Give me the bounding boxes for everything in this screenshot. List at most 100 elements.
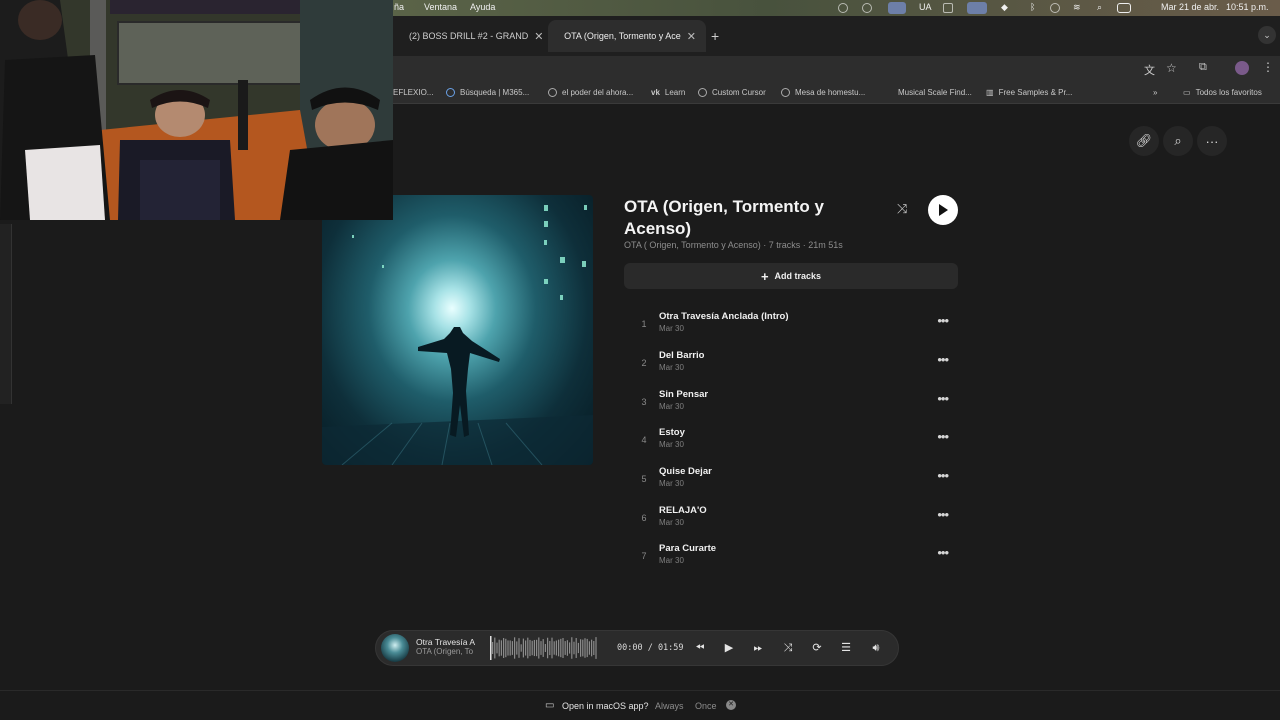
track-row[interactable]: 6 RELAJA'O Mar 30 ••• bbox=[624, 499, 958, 537]
track-more-icon[interactable]: ••• bbox=[937, 468, 949, 483]
queue-button[interactable]: ☰ bbox=[837, 640, 855, 656]
bookmark-label: el poder del ahora... bbox=[562, 88, 634, 97]
play-album-button[interactable] bbox=[928, 195, 958, 225]
bookmark-item[interactable]: vk Learn bbox=[651, 88, 685, 97]
new-tab-button[interactable]: + bbox=[711, 28, 719, 44]
bookmark-item[interactable]: Custom Cursor bbox=[698, 88, 766, 97]
track-title: Quise Dejar bbox=[659, 466, 712, 477]
menubar-date[interactable]: Mar 21 de abr. bbox=[1161, 2, 1219, 12]
waveform-scrubber[interactable] bbox=[488, 634, 608, 662]
track-title: RELAJA'O bbox=[659, 505, 707, 516]
play-button[interactable]: ▶ bbox=[720, 640, 738, 656]
close-tab-icon[interactable]: ✕ bbox=[687, 30, 696, 43]
track-row[interactable]: 1 Otra Travesía Anclada (Intro) Mar 30 •… bbox=[624, 305, 958, 343]
bookmark-item[interactable]: ▥ Free Samples & Pr... bbox=[986, 88, 1072, 97]
status-screen-icon[interactable] bbox=[888, 2, 906, 14]
fast-forward-icon: ⏩︎ bbox=[753, 642, 763, 654]
wifi-icon[interactable]: ≋ bbox=[1073, 2, 1081, 13]
bookmarks-overflow-icon[interactable]: » bbox=[1153, 88, 1157, 97]
tab-youtube[interactable]: (2) BOSS DRILL #2 - GRAND ✕ bbox=[393, 20, 545, 52]
playhead[interactable] bbox=[490, 636, 492, 660]
track-row[interactable]: 7 Para Curarte Mar 30 ••• bbox=[624, 537, 958, 575]
track-title: Sin Pensar bbox=[659, 389, 709, 400]
bookmark-item[interactable]: el poder del ahora... bbox=[548, 88, 633, 97]
waveform-bar bbox=[520, 644, 522, 652]
waveform-bar bbox=[562, 637, 564, 659]
bluetooth-icon[interactable]: ᛒ bbox=[1030, 2, 1035, 12]
bookmark-item[interactable]: Musical Scale Find... bbox=[898, 88, 972, 97]
plus-icon: + bbox=[760, 268, 769, 284]
track-number: 4 bbox=[641, 435, 647, 445]
status-window-icon[interactable] bbox=[943, 3, 953, 13]
tab-title: OTA (Origen, Tormento y Ace bbox=[564, 31, 681, 41]
volume-button[interactable]: 🔊︎ bbox=[867, 640, 885, 656]
tab-search-chevron-icon[interactable]: ⌄ bbox=[1258, 26, 1276, 44]
status-app-icon[interactable] bbox=[862, 3, 872, 13]
track-row[interactable]: 4 Estoy Mar 30 ••• bbox=[624, 421, 958, 459]
spotlight-search-icon[interactable]: ⌕ bbox=[1097, 2, 1102, 13]
bookmark-star-icon[interactable]: ☆ bbox=[1166, 61, 1177, 75]
track-date: Mar 30 bbox=[659, 402, 684, 411]
close-tab-icon[interactable]: ✕ bbox=[534, 30, 543, 43]
menu-item-help[interactable]: Ayuda bbox=[470, 2, 495, 12]
extensions-icon[interactable]: ⧉ bbox=[1199, 61, 1207, 74]
now-playing-thumbnail[interactable] bbox=[381, 634, 409, 662]
add-tracks-label: Add tracks bbox=[774, 271, 822, 281]
track-number: 1 bbox=[641, 319, 647, 329]
all-bookmarks-item[interactable]: ▭ Todos los favoritos bbox=[1183, 88, 1262, 97]
more-options-button[interactable]: ··· bbox=[1197, 126, 1227, 156]
bookmark-item[interactable]: EFLEXIO... bbox=[393, 88, 433, 97]
waveform-bar bbox=[551, 637, 553, 659]
once-button[interactable]: Once bbox=[695, 701, 717, 711]
waveform-bar bbox=[591, 639, 593, 657]
track-more-icon[interactable]: ••• bbox=[937, 545, 949, 560]
track-more-icon[interactable]: ••• bbox=[937, 429, 949, 444]
laptop-icon: ▭ bbox=[545, 700, 555, 711]
waveform-bar bbox=[529, 639, 531, 657]
waveform-bar bbox=[522, 638, 524, 658]
shuffle-button[interactable]: ⤨ bbox=[897, 201, 919, 219]
side-panel-edge bbox=[0, 224, 12, 404]
bookmark-item[interactable]: Mesa de homestu... bbox=[781, 88, 865, 97]
dismiss-icon[interactable]: ✕ bbox=[726, 700, 736, 710]
waveform-bar bbox=[509, 640, 511, 656]
waveform-bar bbox=[544, 644, 546, 652]
track-row[interactable]: 3 Sin Pensar Mar 30 ••• bbox=[624, 383, 958, 421]
track-more-icon[interactable]: ••• bbox=[937, 507, 949, 522]
search-button[interactable]: ⌕ bbox=[1163, 126, 1193, 156]
track-more-icon[interactable]: ••• bbox=[937, 313, 949, 328]
waveform-bar bbox=[527, 637, 529, 659]
menubar-time[interactable]: 10:51 p.m. bbox=[1226, 2, 1269, 12]
tab-ota[interactable]: OTA (Origen, Tormento y Ace ✕ bbox=[548, 20, 706, 52]
shuffle-toggle[interactable]: ⤨ bbox=[779, 640, 797, 656]
bookmark-item[interactable]: Búsqueda | M365... bbox=[446, 88, 529, 97]
control-center-icon[interactable] bbox=[1117, 3, 1131, 13]
previous-track-button[interactable]: ⏪︎ bbox=[691, 640, 709, 656]
track-row[interactable]: 2 Del Barrio Mar 30 ••• bbox=[624, 344, 958, 382]
track-row[interactable]: 5 Quise Dejar Mar 30 ••• bbox=[624, 460, 958, 498]
waveform-bar bbox=[531, 640, 533, 656]
track-title: Del Barrio bbox=[659, 350, 705, 361]
waveform-bar bbox=[595, 637, 597, 659]
repeat-toggle[interactable]: ⟳ bbox=[808, 640, 826, 656]
status-display-icon[interactable] bbox=[967, 2, 987, 14]
browser-menu-icon[interactable]: ⋮ bbox=[1262, 60, 1274, 74]
keyboard-layout[interactable]: UA bbox=[919, 2, 932, 12]
menu-item-view[interactable]: ña bbox=[394, 2, 404, 12]
track-more-icon[interactable]: ••• bbox=[937, 391, 949, 406]
waveform-bar bbox=[516, 641, 518, 655]
menu-item-window[interactable]: Ventana bbox=[424, 2, 457, 12]
translate-icon[interactable]: 文 bbox=[1144, 62, 1155, 78]
next-track-button[interactable]: ⏩︎ bbox=[749, 640, 767, 656]
copy-link-button[interactable]: 🔗︎ bbox=[1129, 126, 1159, 156]
always-button[interactable]: Always bbox=[655, 701, 684, 711]
status-circle-icon[interactable] bbox=[838, 3, 848, 13]
status-diamond-icon[interactable]: ◆ bbox=[1001, 2, 1008, 13]
profile-avatar[interactable] bbox=[1235, 61, 1249, 75]
bookmark-icon bbox=[698, 88, 707, 97]
add-tracks-button[interactable]: + Add tracks bbox=[624, 263, 958, 289]
play-status-icon[interactable] bbox=[1050, 3, 1060, 13]
waveform-bar bbox=[560, 638, 562, 658]
bookmark-label: EFLEXIO... bbox=[393, 88, 434, 97]
track-more-icon[interactable]: ••• bbox=[937, 352, 949, 367]
